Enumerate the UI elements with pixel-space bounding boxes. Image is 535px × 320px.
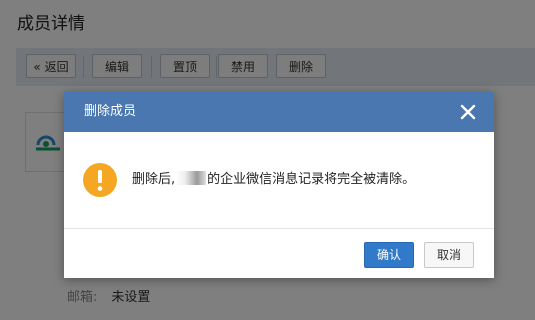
- dialog-body: 删除后, 的企业微信消息记录将完全被清除。: [64, 132, 494, 228]
- dialog-message: 删除后, 的企业微信消息记录将完全被清除。: [132, 170, 415, 190]
- message-prefix: 删除后,: [132, 172, 176, 187]
- dialog-title: 删除成员: [84, 104, 137, 119]
- confirm-button[interactable]: 确认: [364, 242, 414, 268]
- dialog-header: 删除成员: [64, 92, 494, 132]
- cancel-button[interactable]: 取消: [424, 242, 474, 268]
- dialog-footer: 确认 取消: [64, 228, 494, 278]
- redacted-member-name: [176, 171, 207, 185]
- message-suffix: 的企业微信消息记录将完全被清除。: [207, 172, 416, 187]
- close-icon[interactable]: [458, 102, 478, 122]
- delete-member-dialog: 删除成员 删除后, 的企业微信消息记录将完全被清除。 确认 取消: [64, 92, 494, 278]
- warning-icon: [83, 163, 117, 197]
